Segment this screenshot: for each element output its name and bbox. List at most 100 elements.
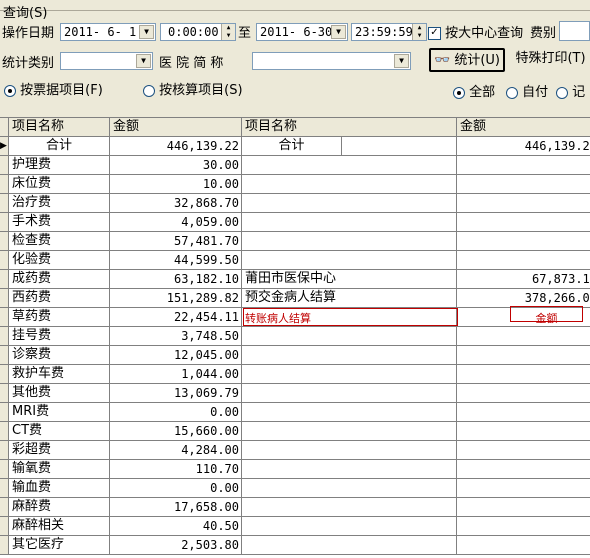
- table-cell[interactable]: 3,748.50: [110, 327, 242, 346]
- row-indicator[interactable]: [0, 232, 9, 251]
- table-cell[interactable]: [242, 498, 457, 517]
- table-cell[interactable]: 床位费: [9, 175, 110, 194]
- table-cell[interactable]: 彩超费: [9, 441, 110, 460]
- table-cell[interactable]: 4,059.00: [110, 213, 242, 232]
- table-cell[interactable]: 67,873.19: [457, 270, 590, 289]
- row-indicator[interactable]: [0, 213, 9, 232]
- row-indicator[interactable]: [0, 517, 9, 536]
- date-to-picker[interactable]: 2011- 6-30 ▼: [256, 23, 348, 41]
- row-indicator[interactable]: ▶: [0, 137, 9, 156]
- table-cell[interactable]: [457, 346, 590, 365]
- table-cell[interactable]: 0.00: [110, 403, 242, 422]
- row-indicator[interactable]: [0, 194, 9, 213]
- row-indicator[interactable]: [0, 384, 9, 403]
- table-cell[interactable]: [457, 403, 590, 422]
- header-amount[interactable]: 金额: [110, 118, 242, 137]
- table-cell[interactable]: 10.00: [110, 175, 242, 194]
- table-cell[interactable]: 151,289.82: [110, 289, 242, 308]
- table-cell[interactable]: 40.50: [110, 517, 242, 536]
- table-cell[interactable]: [457, 365, 590, 384]
- table-cell[interactable]: [457, 384, 590, 403]
- table-cell[interactable]: 诊察费: [9, 346, 110, 365]
- radio-all[interactable]: 全部: [453, 81, 495, 100]
- row-indicator[interactable]: [0, 289, 9, 308]
- radio-selected-icon[interactable]: [4, 84, 16, 97]
- checkmark-icon[interactable]: ✓: [428, 27, 441, 40]
- table-cell[interactable]: 救护车费: [9, 365, 110, 384]
- table-cell[interactable]: [242, 403, 457, 422]
- table-cell[interactable]: [242, 365, 457, 384]
- stat-button[interactable]: 👓 统计(U): [429, 48, 505, 72]
- table-cell[interactable]: 32,868.70: [110, 194, 242, 213]
- table-cell[interactable]: 西药费: [9, 289, 110, 308]
- time-from-spinner[interactable]: 0:00:00 ▲ ▼: [160, 23, 236, 41]
- table-cell[interactable]: 2,503.80: [110, 536, 242, 555]
- chevron-down-icon[interactable]: ▼: [139, 25, 154, 39]
- table-cell[interactable]: [457, 441, 590, 460]
- table-cell[interactable]: [242, 213, 457, 232]
- table-cell[interactable]: [457, 251, 590, 270]
- header-amount-2[interactable]: 金额: [457, 118, 590, 137]
- row-indicator[interactable]: [0, 536, 9, 555]
- hospital-abbr-combo[interactable]: ▼: [252, 52, 411, 70]
- row-indicator[interactable]: [0, 251, 9, 270]
- row-indicator[interactable]: [0, 460, 9, 479]
- table-cell[interactable]: 0.00: [110, 479, 242, 498]
- table-cell[interactable]: [457, 175, 590, 194]
- radio-selected-icon[interactable]: [453, 86, 465, 99]
- spin-arrows-icon[interactable]: ▲ ▼: [412, 24, 426, 40]
- table-cell[interactable]: [242, 479, 457, 498]
- radio-ticket-items[interactable]: 按票据项目(F): [4, 79, 103, 98]
- table-cell[interactable]: [242, 384, 457, 403]
- table-cell[interactable]: 17,658.00: [110, 498, 242, 517]
- table-cell[interactable]: CT费: [9, 422, 110, 441]
- row-indicator[interactable]: [0, 498, 9, 517]
- table-cell[interactable]: 其他费: [9, 384, 110, 403]
- table-cell[interactable]: [242, 460, 457, 479]
- table-cell[interactable]: 麻醉费: [9, 498, 110, 517]
- table-cell[interactable]: 预交金病人结算: [242, 289, 457, 308]
- table-cell[interactable]: 合计: [242, 137, 342, 156]
- table-cell[interactable]: [457, 194, 590, 213]
- time-to-spinner[interactable]: 23:59:59 ▲ ▼: [351, 23, 427, 41]
- table-cell[interactable]: [342, 137, 457, 156]
- stat-category-combo[interactable]: ▼: [60, 52, 153, 70]
- table-cell[interactable]: [457, 232, 590, 251]
- table-cell[interactable]: 57,481.70: [110, 232, 242, 251]
- row-indicator[interactable]: [0, 441, 9, 460]
- table-cell[interactable]: 手术费: [9, 213, 110, 232]
- spin-arrows-icon[interactable]: ▲ ▼: [221, 24, 235, 40]
- table-cell[interactable]: [242, 175, 457, 194]
- table-cell[interactable]: 44,599.50: [110, 251, 242, 270]
- table-cell[interactable]: [242, 327, 457, 346]
- chevron-down-icon[interactable]: ▼: [394, 54, 409, 68]
- table-cell[interactable]: 检查费: [9, 232, 110, 251]
- table-cell[interactable]: [242, 156, 457, 175]
- table-cell[interactable]: [457, 327, 590, 346]
- table-cell[interactable]: 4,284.00: [110, 441, 242, 460]
- table-cell[interactable]: 合计: [9, 137, 110, 156]
- header-item-name[interactable]: 项目名称: [9, 118, 110, 137]
- table-cell[interactable]: [242, 194, 457, 213]
- table-cell[interactable]: 15,660.00: [110, 422, 242, 441]
- table-cell[interactable]: [457, 498, 590, 517]
- table-cell[interactable]: [457, 536, 590, 555]
- table-cell[interactable]: [457, 479, 590, 498]
- table-cell[interactable]: 输氧费: [9, 460, 110, 479]
- table-cell[interactable]: 12,045.00: [110, 346, 242, 365]
- table-cell[interactable]: 22,454.11: [110, 308, 242, 327]
- radio-record[interactable]: 记: [556, 81, 585, 100]
- table-cell[interactable]: 莆田市医保中心: [242, 270, 457, 289]
- table-cell[interactable]: [242, 422, 457, 441]
- table-cell[interactable]: [242, 517, 457, 536]
- chevron-down-icon[interactable]: ▼: [136, 54, 151, 68]
- radio-unselected-icon[interactable]: [143, 84, 155, 97]
- table-cell[interactable]: 其它医疗: [9, 536, 110, 555]
- row-indicator[interactable]: [0, 346, 9, 365]
- table-cell[interactable]: [242, 536, 457, 555]
- table-cell[interactable]: 30.00: [110, 156, 242, 175]
- row-indicator[interactable]: [0, 422, 9, 441]
- table-cell[interactable]: 治疗费: [9, 194, 110, 213]
- radio-self-pay[interactable]: 自付: [506, 81, 548, 100]
- table-cell[interactable]: [457, 156, 590, 175]
